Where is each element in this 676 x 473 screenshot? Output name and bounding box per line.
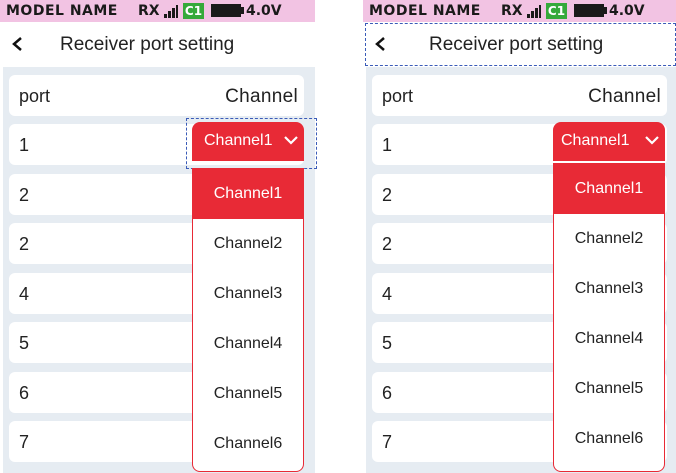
dropdown-option[interactable]: Channel3 <box>193 269 303 319</box>
model-slot-badge: C1 <box>546 3 567 19</box>
table-header-row: port Channel <box>9 75 304 116</box>
channel-select-value: Channel1 <box>204 132 273 149</box>
screen-left: MODEL NAME RX C1 4.0V Receiver port sett… <box>0 0 317 473</box>
port-number: 2 <box>382 234 393 254</box>
dropdown-option[interactable]: Channel4 <box>554 314 664 364</box>
port-number: 2 <box>19 234 30 254</box>
channel-select[interactable]: Channel1 <box>192 122 304 161</box>
port-number: 7 <box>382 432 393 452</box>
port-number: 7 <box>19 432 30 452</box>
page-header: Receiver port setting <box>363 22 676 67</box>
model-name-label: MODEL NAME <box>6 3 118 19</box>
dropdown-option[interactable]: Channel2 <box>554 214 664 264</box>
chevron-down-icon <box>284 136 298 145</box>
rx-label: RX <box>138 3 160 19</box>
dropdown-option[interactable]: Channel2 <box>193 219 303 269</box>
page-title: Receiver port setting <box>60 34 235 55</box>
page-header: Receiver port setting <box>0 22 315 67</box>
dropdown-option[interactable]: Channel5 <box>554 364 664 414</box>
back-arrow-icon[interactable] <box>373 34 393 54</box>
port-number: 5 <box>19 333 30 353</box>
status-bar: MODEL NAME RX C1 4.0V <box>363 0 676 22</box>
signal-icon <box>527 5 541 18</box>
back-arrow-icon[interactable] <box>10 34 30 54</box>
status-bar: MODEL NAME RX C1 4.0V <box>0 0 315 22</box>
port-header: port <box>382 86 414 106</box>
dropdown-option[interactable]: Channel6 <box>554 414 664 464</box>
channel-dropdown: Channel1 Channel2 Channel3 Channel4 Chan… <box>192 168 304 472</box>
voltage-label: 4.0V <box>246 3 282 19</box>
battery-icon <box>211 4 244 17</box>
table-header-row: port Channel <box>372 75 667 116</box>
port-number: 4 <box>19 284 30 304</box>
dropdown-option[interactable]: Channel4 <box>193 319 303 369</box>
port-number: 2 <box>382 185 393 205</box>
model-name-label: MODEL NAME <box>369 3 481 19</box>
signal-icon <box>164 5 178 18</box>
channel-dropdown: Channel1 Channel2 Channel3 Channel4 Chan… <box>553 163 665 472</box>
channel-header: Channel <box>225 86 298 107</box>
port-number: 6 <box>19 383 30 403</box>
port-number: 1 <box>19 135 30 155</box>
channel-select[interactable]: Channel1 <box>553 122 665 161</box>
dropdown-option[interactable]: Channel3 <box>554 264 664 314</box>
rx-label: RX <box>501 3 523 19</box>
channel-header: Channel <box>588 86 661 107</box>
chevron-down-icon <box>645 136 659 145</box>
port-number: 6 <box>382 383 393 403</box>
dropdown-option[interactable]: Channel5 <box>193 369 303 419</box>
model-slot-badge: C1 <box>183 3 204 19</box>
dropdown-option[interactable]: Channel1 <box>554 164 664 214</box>
port-number: 4 <box>382 284 393 304</box>
page-title: Receiver port setting <box>429 34 604 55</box>
port-header: port <box>19 86 51 106</box>
dropdown-option[interactable]: Channel6 <box>193 419 303 469</box>
screen-right: MODEL NAME RX C1 4.0V Receiver port sett… <box>363 0 676 473</box>
channel-select-value: Channel1 <box>561 132 630 149</box>
battery-icon <box>574 4 607 17</box>
port-number: 1 <box>382 135 393 155</box>
dropdown-option[interactable]: Channel1 <box>193 169 303 219</box>
port-number: 5 <box>382 333 393 353</box>
voltage-label: 4.0V <box>609 3 645 19</box>
port-number: 2 <box>19 185 30 205</box>
